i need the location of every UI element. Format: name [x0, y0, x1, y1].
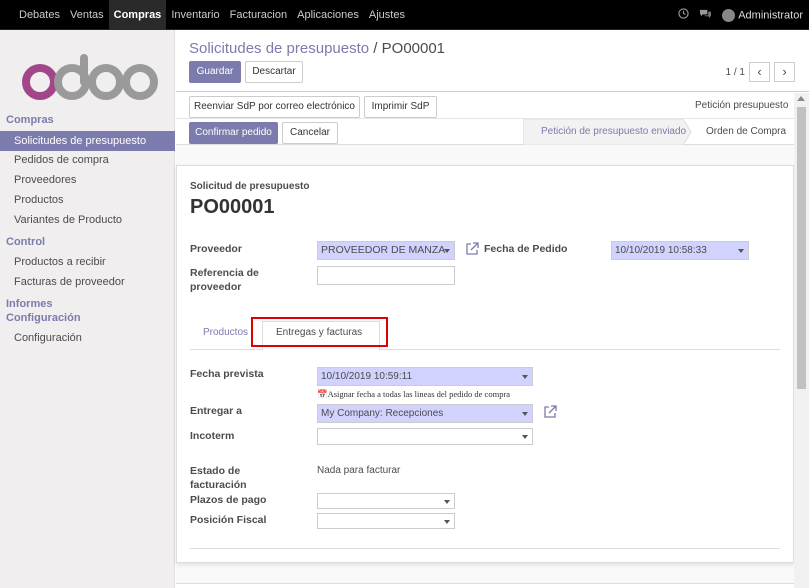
resend-rfq-button[interactable]: Reenviar SdP por correo electrónico — [189, 96, 360, 118]
referencia-label-line2: proveedor — [190, 281, 242, 293]
incoterm-select[interactable] — [317, 428, 533, 445]
dropdown-caret-icon — [444, 520, 450, 524]
entregar-label: Entregar a — [190, 405, 242, 417]
dropdown-caret-icon — [444, 500, 450, 504]
fecha-pedido-label: Fecha de Pedido — [484, 243, 568, 255]
menu-compras[interactable]: Compras — [108, 0, 167, 30]
scroll-up-arrow-icon[interactable] — [797, 96, 805, 101]
pager-prev-button[interactable]: ‹ — [749, 62, 770, 82]
proveedor-label: Proveedor — [190, 243, 242, 255]
proveedor-value: PROVEEDOR DE MANZA — [321, 244, 446, 256]
section-configuracion: Configuración — [6, 312, 81, 324]
pager-value[interactable]: 1 / 1 — [726, 67, 745, 78]
calendar-icon: 📅 — [317, 389, 328, 399]
top-navbar: Debates Ventas Compras Inventario Factur… — [0, 0, 809, 30]
breadcrumb: Solicitudes de presupuesto / PO00001 — [189, 40, 445, 57]
posicion-label: Posición Fiscal — [190, 514, 267, 526]
user-menu[interactable]: Administrator — [722, 8, 803, 22]
sidebar-item-configuracion[interactable]: Configuración — [0, 328, 175, 348]
control-panel: Solicitudes de presupuesto / PO00001 Gua… — [176, 30, 809, 92]
highlight-box — [251, 317, 388, 347]
menu-aplicaciones[interactable]: Aplicaciones — [292, 0, 364, 30]
header-buttons-row: Reenviar SdP por correo electrónico Impr… — [176, 93, 794, 119]
fecha-pedido-value: 10/10/2019 10:58:33 — [615, 245, 707, 256]
cancel-button[interactable]: Cancelar — [282, 122, 338, 144]
sidebar-item-productos[interactable]: Productos — [0, 190, 175, 210]
odoo-logo — [22, 54, 158, 100]
fecha-prevista-value: 10/10/2019 10:59:11 — [321, 371, 413, 382]
form-sheet: Solicitud de presupuesto PO00001 Proveed… — [176, 165, 794, 563]
entregar-value: My Company: Recepciones — [321, 408, 444, 419]
clock-icon[interactable] — [678, 8, 689, 22]
menu-ajustes[interactable]: Ajustes — [364, 0, 410, 30]
sidebar: Compras Solicitudes de presupuesto Pedid… — [0, 30, 175, 588]
fecha-pedido-field[interactable]: 10/10/2019 10:58:33 — [611, 241, 749, 260]
dropdown-caret-icon — [522, 375, 528, 379]
menu-ventas[interactable]: Ventas — [65, 0, 109, 30]
sidebar-item-pedidos[interactable]: Pedidos de compra — [0, 150, 175, 170]
external-link-icon[interactable] — [465, 242, 479, 256]
sidebar-item-solicitudes[interactable]: Solicitudes de presupuesto — [0, 131, 175, 151]
app-menu: Debates Ventas Compras Inventario Factur… — [14, 0, 410, 30]
stage-peticion[interactable]: Petición presupuesto — [695, 93, 788, 119]
section-informes[interactable]: Informes — [6, 298, 52, 310]
incoterm-label: Incoterm — [190, 430, 235, 442]
scrollbar[interactable] — [794, 93, 809, 588]
scrollbar-thumb[interactable] — [797, 107, 806, 389]
menu-facturacion[interactable]: Facturacion — [225, 0, 292, 30]
referencia-input[interactable] — [317, 266, 455, 285]
assign-date-text: Asignar fecha a todas las lineas del ped… — [327, 389, 511, 399]
estado-label-line1: Estado de — [190, 465, 241, 477]
sidebar-item-productos-recibir[interactable]: Productos a recibir — [0, 252, 175, 272]
doc-type-label: Solicitud de presupuesto — [190, 181, 310, 192]
chatter-area — [176, 583, 794, 588]
user-name: Administrator — [738, 8, 803, 21]
estado-label: Estado de facturación — [190, 464, 247, 492]
status-row: Confirmar pedido Cancelar Petición de pr… — [176, 119, 794, 145]
save-button[interactable]: Guardar — [189, 61, 241, 83]
stage-enviado[interactable]: Petición de presupuesto enviado — [541, 119, 686, 145]
dropdown-caret-icon — [444, 249, 450, 253]
estado-label-line2: facturación — [190, 479, 247, 491]
confirm-order-button[interactable]: Confirmar pedido — [189, 122, 278, 144]
doc-name: PO00001 — [190, 196, 275, 218]
plazos-label: Plazos de pago — [190, 494, 267, 506]
sidebar-item-facturas[interactable]: Facturas de proveedor — [0, 272, 175, 292]
dropdown-caret-icon — [738, 249, 744, 253]
dropdown-caret-icon — [522, 412, 528, 416]
breadcrumb-parent[interactable]: Solicitudes de presupuesto — [189, 40, 369, 57]
plazos-select[interactable] — [317, 493, 455, 509]
print-rfq-button[interactable]: Imprimir SdP — [364, 96, 437, 118]
fecha-prevista-field[interactable]: 10/10/2019 10:59:11 — [317, 367, 533, 386]
pager-next-button[interactable]: › — [774, 62, 795, 82]
topbar-right: Administrator — [678, 0, 803, 30]
pager: 1 / 1 ‹ › — [726, 62, 795, 82]
fecha-prevista-label: Fecha prevista — [190, 368, 264, 380]
posicion-select[interactable] — [317, 513, 455, 529]
tab-productos[interactable]: Productos — [203, 327, 248, 338]
referencia-label: Referencia de proveedor — [190, 266, 259, 294]
estado-value: Nada para facturar — [317, 465, 401, 476]
sidebar-item-proveedores[interactable]: Proveedores — [0, 170, 175, 190]
stage-orden-compra[interactable]: Orden de Compra — [706, 119, 786, 145]
breadcrumb-separator: / — [369, 40, 382, 57]
discard-button[interactable]: Descartar — [245, 61, 303, 83]
avatar — [722, 8, 736, 22]
chat-icon[interactable] — [699, 8, 712, 22]
dropdown-caret-icon — [522, 435, 528, 439]
sidebar-item-variantes[interactable]: Variantes de Producto — [0, 210, 175, 230]
breadcrumb-current: PO00001 — [381, 40, 446, 57]
entregar-field[interactable]: My Company: Recepciones — [317, 404, 533, 423]
section-control: Control — [6, 236, 46, 248]
form-content: Reenviar SdP por correo electrónico Impr… — [176, 93, 809, 588]
bottom-divider — [190, 548, 780, 549]
proveedor-field[interactable]: PROVEEDOR DE MANZA — [317, 241, 455, 260]
menu-inventario[interactable]: Inventario — [166, 0, 224, 30]
menu-debates[interactable]: Debates — [14, 0, 65, 30]
section-compras: Compras — [6, 114, 54, 126]
external-link-icon[interactable] — [543, 405, 557, 419]
referencia-label-line1: Referencia de — [190, 267, 259, 279]
assign-date-link[interactable]: 📅Asignar fecha a todas las lineas del pe… — [317, 389, 510, 400]
